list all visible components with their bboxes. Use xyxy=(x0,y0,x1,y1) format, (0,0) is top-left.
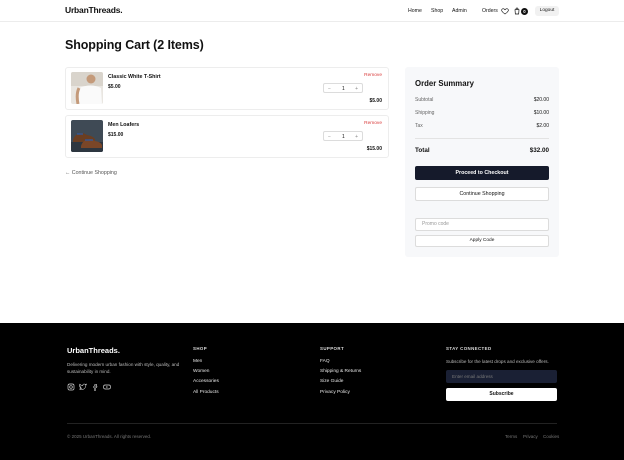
increase-quantity-button[interactable]: + xyxy=(355,134,358,140)
subtotal-label: Subtotal xyxy=(415,97,434,103)
quantity-value: 1 xyxy=(342,133,345,140)
email-input[interactable]: Enter email address xyxy=(446,370,557,383)
continue-shopping-button[interactable]: Continue Shopping xyxy=(415,187,549,201)
cart-item: Men Loafers $15.00 Remove − 1 + $15.00 xyxy=(65,115,389,158)
increase-quantity-button[interactable]: + xyxy=(355,86,358,92)
shipping-row: Shipping $10.00 xyxy=(415,110,549,116)
footer-divider xyxy=(67,423,557,424)
item-line-total: $15.00 xyxy=(366,146,382,152)
footer-link-privacy[interactable]: Privacy xyxy=(523,434,538,439)
footer-connect-title: STAY CONNECTED xyxy=(446,346,492,351)
logout-button[interactable]: Logout xyxy=(535,6,559,16)
remove-button[interactable]: Remove xyxy=(364,73,382,78)
promo-code-input[interactable]: Promo code xyxy=(415,218,549,231)
footer-shop-title: SHOP xyxy=(193,346,208,351)
shipping-value: $10.00 xyxy=(533,110,549,116)
nav-shop[interactable]: Shop xyxy=(431,8,443,14)
quantity-value: 1 xyxy=(342,85,345,92)
footer-link-size-guide[interactable]: Size Guide xyxy=(320,379,343,384)
decrease-quantity-button[interactable]: − xyxy=(328,134,331,140)
footer-link-accessories[interactable]: Accessories xyxy=(193,379,219,384)
footer-link-privacy-policy[interactable]: Privacy Policy xyxy=(320,390,350,395)
tax-row: Tax $2.00 xyxy=(415,123,549,129)
summary-divider xyxy=(415,138,549,139)
quantity-stepper: − 1 + xyxy=(323,131,363,141)
remove-button[interactable]: Remove xyxy=(364,121,382,126)
subtotal-row: Subtotal $20.00 xyxy=(415,97,549,103)
subscribe-button[interactable]: Subscribe xyxy=(446,388,557,401)
item-price: $5.00 xyxy=(108,84,121,90)
checkout-button[interactable]: Proceed to Checkout xyxy=(415,166,549,180)
nav-orders[interactable]: Orders xyxy=(482,8,498,14)
instagram-icon[interactable] xyxy=(67,383,75,391)
footer-link-faq[interactable]: FAQ xyxy=(320,359,330,364)
item-price: $15.00 xyxy=(108,132,124,138)
total-label: Total xyxy=(415,147,430,154)
footer-description: Delivering modern urban fashion with sty… xyxy=(67,362,180,375)
quantity-stepper: − 1 + xyxy=(323,83,363,93)
cart-icon[interactable] xyxy=(513,7,521,15)
footer-link-all-products[interactable]: All Products xyxy=(193,390,219,395)
site-header: UrbanThreads. Home Shop Admin Orders 0 L… xyxy=(0,0,624,22)
cart-item: Classic White T-Shirt $5.00 Remove − 1 +… xyxy=(65,67,389,110)
product-image[interactable] xyxy=(71,72,103,104)
page-title: Shopping Cart (2 Items) xyxy=(65,38,204,52)
footer-link-cookies[interactable]: Cookies xyxy=(543,434,559,439)
footer-logo[interactable]: UrbanThreads. xyxy=(67,346,120,355)
decrease-quantity-button[interactable]: − xyxy=(328,86,331,92)
footer-support-title: SUPPORT xyxy=(320,346,345,351)
item-line-total: $5.00 xyxy=(369,98,382,104)
logo[interactable]: UrbanThreads. xyxy=(65,5,123,15)
youtube-icon[interactable] xyxy=(103,383,111,391)
order-summary: Order Summary Subtotal $20.00 Shipping $… xyxy=(405,67,559,257)
total-row: Total $32.00 xyxy=(415,147,549,154)
product-image[interactable] xyxy=(71,120,103,152)
cart-count-badge: 0 xyxy=(521,8,528,15)
total-value: $32.00 xyxy=(529,147,549,154)
footer-link-terms[interactable]: Terms xyxy=(505,434,517,439)
heart-icon[interactable] xyxy=(501,7,509,15)
tax-label: Tax xyxy=(415,123,423,129)
continue-shopping-link[interactable]: ← Continue Shopping xyxy=(65,170,117,176)
shipping-label: Shipping xyxy=(415,110,435,116)
footer-link-men[interactable]: Men xyxy=(193,359,202,364)
copyright: © 2025 UrbanThreads. All rights reserved… xyxy=(67,434,152,439)
subtotal-value: $20.00 xyxy=(533,97,549,103)
nav-home[interactable]: Home xyxy=(408,8,422,14)
twitter-icon[interactable] xyxy=(79,383,87,391)
footer-link-women[interactable]: Women xyxy=(193,369,209,374)
item-name[interactable]: Men Loafers xyxy=(108,122,139,128)
site-footer: UrbanThreads. Delivering modern urban fa… xyxy=(0,323,624,460)
summary-title: Order Summary xyxy=(415,79,474,88)
apply-code-button[interactable]: Apply Code xyxy=(415,235,549,247)
item-name[interactable]: Classic White T-Shirt xyxy=(108,74,161,80)
tax-value: $2.00 xyxy=(536,123,549,129)
footer-connect-description: Subscribe for the latest drops and exclu… xyxy=(446,359,549,364)
facebook-icon[interactable] xyxy=(91,383,99,391)
footer-link-shipping-returns[interactable]: Shipping & Returns xyxy=(320,369,361,374)
nav-admin[interactable]: Admin xyxy=(452,8,467,14)
